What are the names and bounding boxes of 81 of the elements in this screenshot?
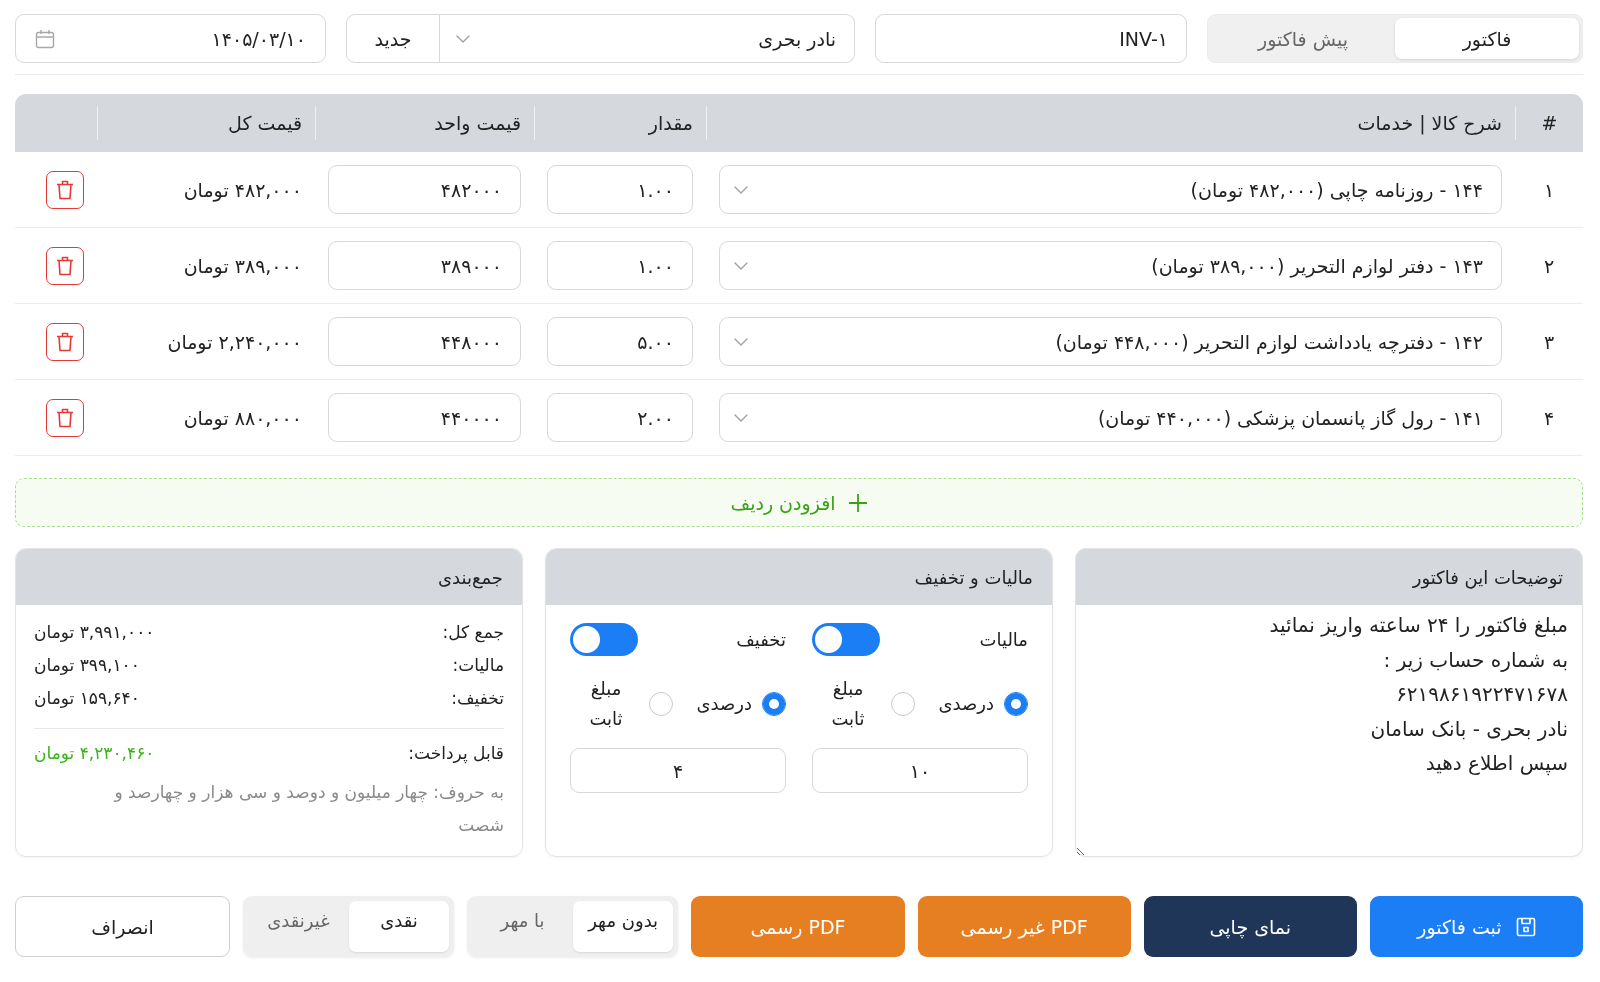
summary-label: تخفیف:	[451, 687, 504, 710]
toggle-label: تخفیف	[736, 629, 786, 650]
action-button[interactable]: ثبت فاکتور	[1369, 896, 1583, 957]
amount-input[interactable]: ۴	[570, 748, 786, 793]
chevron-icon	[734, 337, 748, 346]
segment-option[interactable]: نقدی	[348, 901, 450, 952]
quantity-input[interactable]: ۱.۰۰	[547, 241, 693, 290]
trash-icon	[56, 331, 74, 352]
trash-icon	[56, 179, 74, 200]
notes-textarea[interactable]: مبلغ فاکتور را ۲۴ ساعته واریز نمائید به شماره حساب زیر : ۶۲۱۹۸۶۱۹۲۲۴۷۱۶۷۸ نادر بحری - بانک سامان سپس اطلاع دهید	[1075, 605, 1583, 857]
radio-button[interactable]	[649, 692, 673, 716]
panel-title: مالیات و تخفیف	[914, 566, 1033, 588]
quantity-input[interactable]: ۲.۰۰	[547, 393, 693, 442]
radio-button[interactable]	[762, 692, 786, 716]
product-select[interactable]: ۱۴۲ - دفترچه یادداشت لوازم التحریر (۴۴۸,۰۰۰ تومان)	[719, 317, 1502, 366]
segment-option[interactable]: غیرنقدی	[248, 901, 349, 952]
payable-label: قابل پرداخت:	[408, 742, 504, 766]
column-header: #	[1515, 106, 1583, 140]
radio-button[interactable]	[1004, 692, 1028, 716]
row-total: ۳۸۹,۰۰۰ تومان	[183, 254, 302, 277]
row-number: ۳	[1543, 330, 1555, 353]
tab[interactable]: فاکتور	[1395, 18, 1579, 59]
summary-value: ۳۹۹,۱۰۰ تومان	[34, 654, 140, 677]
toggle-switch[interactable]	[570, 623, 638, 656]
radio-button[interactable]	[891, 692, 915, 716]
plus-icon	[847, 492, 868, 513]
product-select[interactable]: ۱۴۳ - دفتر لوازم التحریر (۳۸۹,۰۰۰ تومان)	[719, 241, 1502, 290]
column-header: قیمت واحد	[315, 106, 534, 140]
row-number: ۱	[1543, 178, 1555, 201]
delete-button[interactable]	[46, 246, 84, 285]
column-header: شرح کالا | خدمات	[706, 106, 1515, 140]
segment-option[interactable]: بدون مهر	[572, 901, 674, 952]
row-total: ۸۸۰,۰۰۰ تومان	[183, 406, 302, 429]
summary-label: جمع کل:	[442, 621, 504, 645]
radio-label: درصدی	[938, 692, 994, 716]
radio-label: مبلغ ثابت	[588, 677, 624, 731]
column-header: قیمت کل	[97, 106, 315, 140]
calendar-icon	[35, 28, 55, 49]
product-select[interactable]: ۱۴۴ - روزنامه چاپی (۴۸۲,۰۰۰ تومان)	[719, 165, 1502, 214]
unit-price-input[interactable]: ۴۸۲۰۰۰	[328, 165, 521, 214]
new-customer-button[interactable]: جدید	[346, 14, 440, 63]
unit-price-input[interactable]: ۳۸۹۰۰۰	[328, 241, 521, 290]
delete-button[interactable]	[46, 170, 84, 209]
unit-price-input[interactable]: ۴۴۸۰۰۰	[328, 317, 521, 366]
amount-input[interactable]: ۱۰	[812, 748, 1028, 793]
quantity-input[interactable]: ۱.۰۰	[547, 165, 693, 214]
row-number: ۴	[1543, 406, 1555, 429]
segment-option[interactable]: با مهر	[472, 901, 573, 952]
panel-title: توضیحات این فاکتور	[1412, 566, 1563, 588]
column-header: مقدار	[534, 106, 706, 140]
trash-icon	[56, 407, 74, 428]
date-field[interactable]: ۱۴۰۵/۰۳/۱۰	[15, 14, 326, 63]
summary-value: ۱۵۹,۶۴۰ تومان	[34, 687, 140, 710]
radio-label: درصدی	[696, 692, 752, 716]
summary-label: مالیات:	[452, 654, 504, 677]
delete-button[interactable]	[46, 398, 84, 437]
chevron-icon	[734, 413, 748, 422]
amount-in-words: به حروف: چهار میلیون و دوصد و سی هزار و چهارصد و شصت	[112, 781, 504, 837]
toggle-switch[interactable]	[812, 623, 880, 656]
chevron-icon	[734, 185, 748, 194]
radio-label: مبلغ ثابت	[830, 677, 866, 731]
tab[interactable]: پیش فاکتور	[1211, 18, 1395, 59]
quantity-input[interactable]: ۵.۰۰	[547, 317, 693, 366]
save-icon	[1515, 916, 1536, 937]
row-number: ۲	[1543, 254, 1555, 277]
toggle-label: مالیات	[979, 629, 1028, 650]
panel-title: جمع‌بندی	[437, 566, 503, 588]
payable-amount: ۴,۲۳۰,۴۶۰ تومان	[34, 742, 155, 765]
chevron-icon	[456, 34, 470, 43]
cancel-button[interactable]: انصراف	[15, 896, 231, 957]
row-total: ۲,۲۴۰,۰۰۰ تومان	[167, 330, 302, 353]
unit-price-input[interactable]: ۴۴۰۰۰۰	[328, 393, 521, 442]
trash-icon	[56, 255, 74, 276]
delete-button[interactable]	[46, 322, 84, 361]
product-select[interactable]: ۱۴۱ - رول گاز پانسمان پزشکی (۴۴۰,۰۰۰ تومان)	[719, 393, 1502, 442]
action-button[interactable]: نمای چاپی	[1143, 896, 1357, 957]
summary-value: ۳,۹۹۱,۰۰۰ تومان	[34, 621, 155, 644]
customer-select[interactable]: نادر بحری	[440, 14, 855, 63]
invoice-number-input[interactable]: INV-۱	[875, 14, 1187, 63]
chevron-icon	[734, 261, 748, 270]
row-total: ۴۸۲,۰۰۰ تومان	[183, 178, 302, 201]
